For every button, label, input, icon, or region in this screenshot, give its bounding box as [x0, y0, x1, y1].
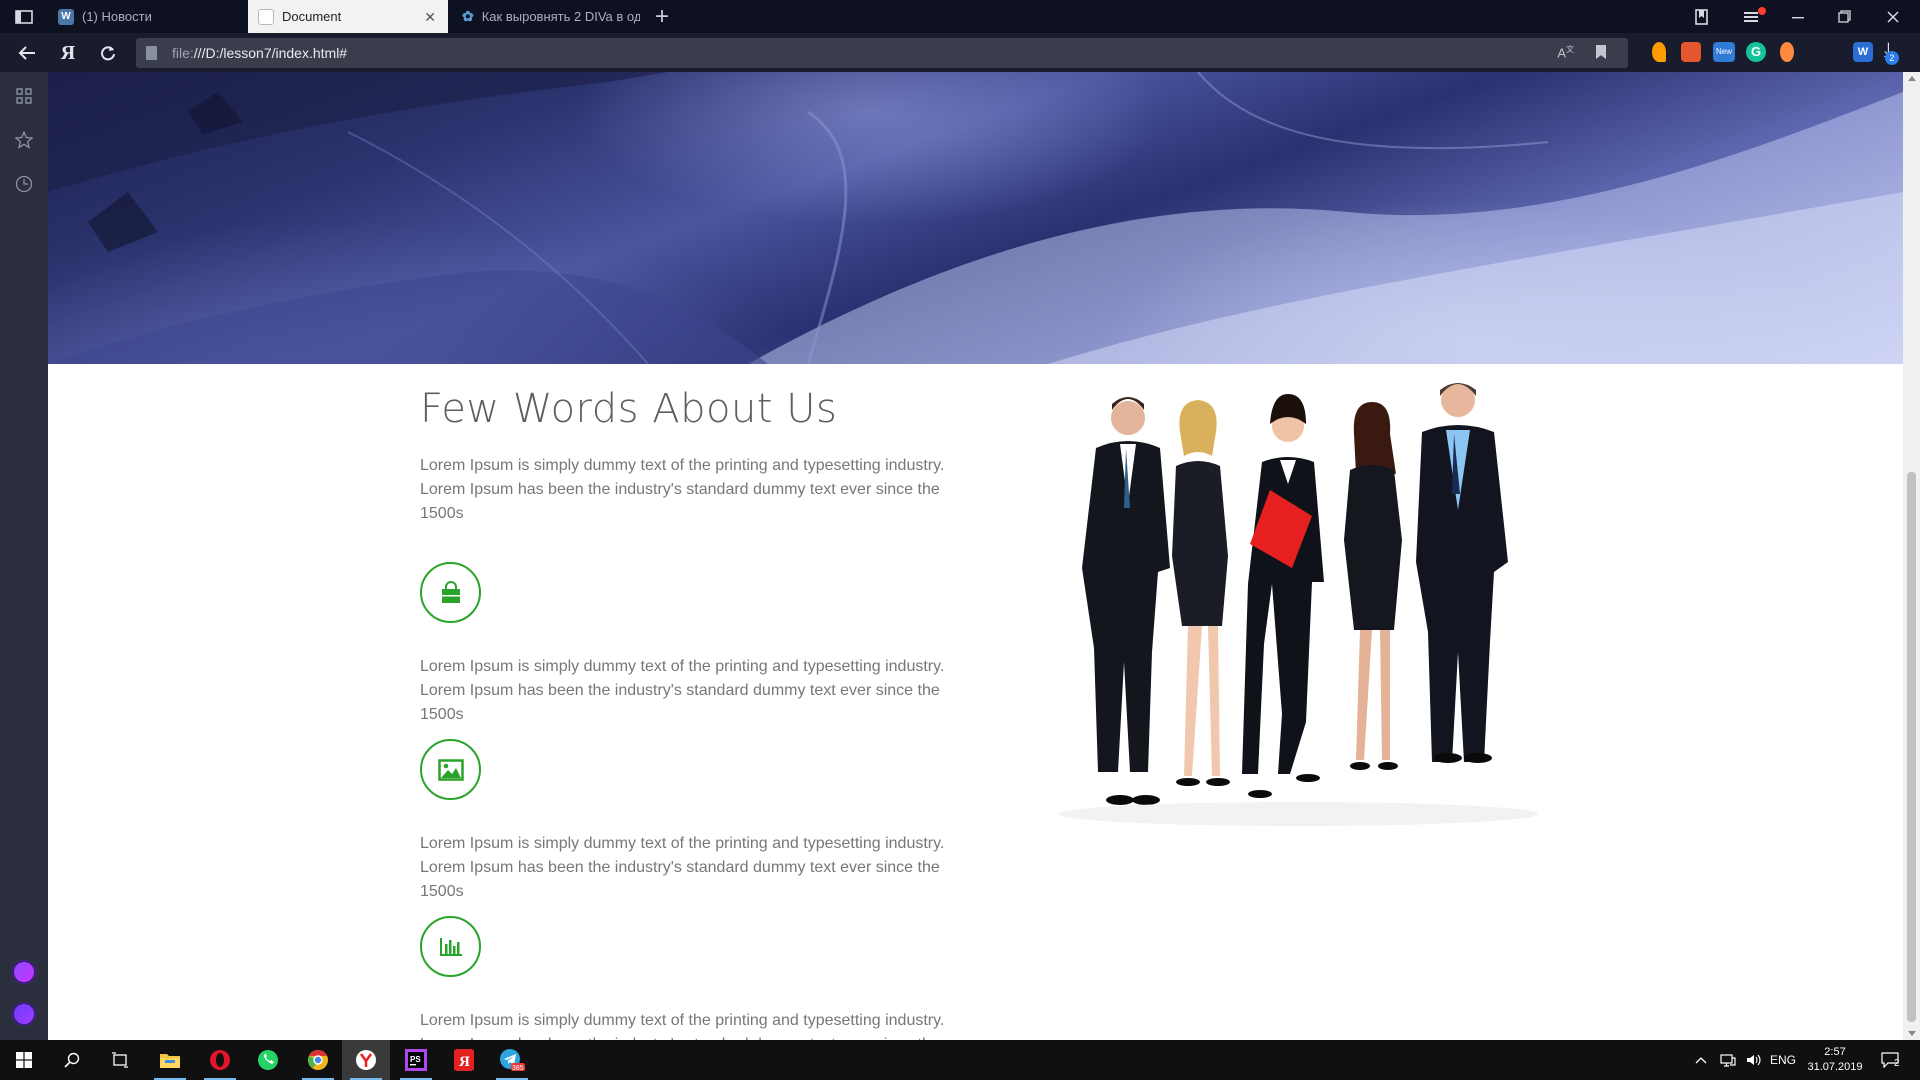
- chrome-icon[interactable]: [294, 1040, 342, 1080]
- notification-count: 2: [1894, 1058, 1900, 1069]
- url-text[interactable]: file:///D:/lesson7/index.html#: [172, 45, 347, 61]
- opera-icon[interactable]: [196, 1040, 244, 1080]
- translate-icon[interactable]: A文: [1557, 44, 1574, 60]
- windows-taskbar: PS Я 385 ENG 2:57 31.07.2019 2: [0, 1040, 1920, 1080]
- section-title: Few Words About Us: [420, 386, 838, 432]
- history-clock-icon[interactable]: [12, 172, 36, 196]
- language-indicator[interactable]: ENG: [1770, 1040, 1796, 1080]
- yandex-icon[interactable]: Я: [440, 1040, 488, 1080]
- apps-grid-icon[interactable]: [12, 84, 36, 108]
- tab-label: (1) Новости: [82, 9, 152, 24]
- browser-sidebar: [0, 72, 48, 1040]
- phpstorm-icon[interactable]: PS: [392, 1040, 440, 1080]
- back-button[interactable]: [13, 39, 41, 67]
- grammarly-icon[interactable]: G: [1746, 42, 1766, 62]
- hero-mountain-image: [48, 72, 1903, 364]
- svg-text:PS: PS: [410, 1055, 421, 1064]
- telegram-icon[interactable]: 385: [488, 1040, 536, 1080]
- business-team-image: [1038, 374, 1558, 828]
- notification-dot-icon: [1758, 7, 1766, 15]
- windows-start-icon[interactable]: [0, 1040, 48, 1080]
- about-section: Few Words About Us Lorem Ipsum is simply…: [420, 372, 980, 1040]
- scrollbar-thumb[interactable]: [1907, 472, 1916, 1022]
- bar-chart-icon: [420, 916, 481, 977]
- file-explorer-icon[interactable]: [146, 1040, 194, 1080]
- downloads-icon[interactable]: ⤓ 2: [1884, 39, 1899, 65]
- feature-text: Lorem Ipsum is simply dummy text of the …: [420, 1012, 945, 1040]
- tab-document[interactable]: Document ✕: [248, 0, 448, 33]
- tab-stackoverflow[interactable]: ✿ Как выровнять 2 DIVa в од: [452, 0, 640, 33]
- feature-text: Lorem Ipsum is simply dummy text of the …: [420, 835, 945, 900]
- vk-icon: W: [58, 8, 74, 25]
- network-icon[interactable]: [1720, 1040, 1736, 1080]
- extension-icon[interactable]: [1652, 42, 1666, 62]
- tab-label: Как выровнять 2 DIVa в од: [481, 9, 640, 24]
- yandex-logo-button[interactable]: Я: [54, 39, 82, 67]
- clock-date: 31.07.2019: [1807, 1061, 1863, 1073]
- star-icon[interactable]: [12, 128, 36, 152]
- tab-label: Document: [282, 9, 342, 24]
- address-bar[interactable]: file:///D:/lesson7/index.html# A文: [136, 38, 1628, 68]
- close-tab-icon[interactable]: ✕: [424, 9, 436, 26]
- task-view-icon[interactable]: [96, 1040, 144, 1080]
- yandex-browser-icon[interactable]: [342, 1040, 390, 1080]
- restore-button[interactable]: [1838, 0, 1851, 33]
- shopping-bag-icon: [420, 562, 481, 623]
- scroll-up-arrow-icon[interactable]: [1908, 76, 1916, 81]
- minimize-button[interactable]: [1792, 0, 1804, 33]
- menu-icon[interactable]: [1744, 0, 1766, 33]
- stackoverflow-icon: ✿: [462, 8, 474, 24]
- page-icon: [146, 46, 157, 60]
- volume-icon[interactable]: [1746, 1040, 1762, 1080]
- tab-strip: W (1) Новости Document ✕ ✿ Как выровнять…: [0, 0, 1920, 33]
- alice-voice-icon[interactable]: [12, 1002, 36, 1026]
- feature-text: Lorem Ipsum is simply dummy text of the …: [420, 658, 945, 723]
- page-viewport: Few Words About Us Lorem Ipsum is simply…: [48, 72, 1903, 1040]
- svg-text:385: 385: [512, 1065, 524, 1072]
- scroll-down-arrow-icon[interactable]: [1908, 1031, 1916, 1036]
- clock-time: 2:57: [1824, 1046, 1846, 1058]
- office-extension-icon[interactable]: [1681, 42, 1701, 62]
- image-icon: [420, 739, 481, 800]
- tab-news[interactable]: W (1) Новости: [48, 0, 246, 33]
- show-hidden-icons-chevron-icon[interactable]: [1695, 1040, 1707, 1080]
- action-center-icon[interactable]: 2: [1870, 1040, 1910, 1080]
- search-icon[interactable]: [48, 1040, 96, 1080]
- downloads-badge: 2: [1884, 51, 1899, 65]
- extension-icon[interactable]: [1780, 42, 1794, 62]
- bookmarks-panel-icon[interactable]: [1693, 0, 1711, 33]
- intro-paragraph: Lorem Ipsum is simply dummy text of the …: [420, 457, 945, 522]
- word-extension-icon[interactable]: W: [1853, 42, 1873, 62]
- navigation-bar: Я file:///D:/lesson7/index.html# A文 New …: [0, 33, 1920, 72]
- reload-button[interactable]: [94, 39, 122, 67]
- whatsapp-icon[interactable]: [244, 1040, 292, 1080]
- sidebar-toggle-icon[interactable]: [12, 8, 36, 26]
- clock[interactable]: 2:57 31.07.2019: [1805, 1040, 1865, 1080]
- new-extension-icon[interactable]: New: [1713, 42, 1735, 62]
- new-tab-button[interactable]: +: [655, 3, 669, 31]
- bookmark-icon[interactable]: [1596, 45, 1606, 59]
- alice-assistant-icon[interactable]: [12, 960, 36, 984]
- close-window-button[interactable]: [1887, 0, 1899, 33]
- svg-text:Я: Я: [459, 1054, 470, 1070]
- vertical-scrollbar[interactable]: [1903, 72, 1920, 1040]
- page-icon: [258, 8, 274, 25]
